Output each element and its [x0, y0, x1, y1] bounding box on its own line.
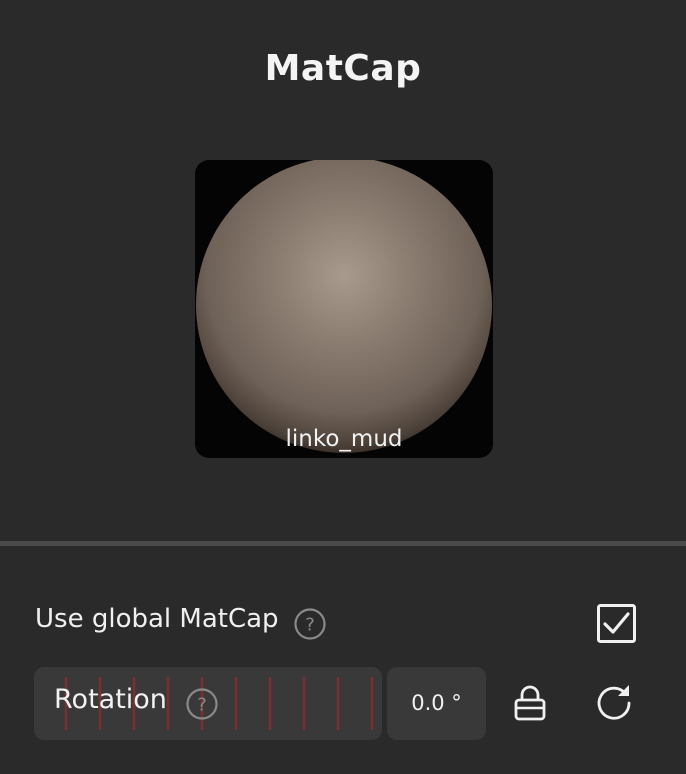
use-global-help-icon[interactable]: ?	[294, 608, 326, 640]
panel-title: MatCap	[264, 48, 422, 89]
matcap-preview[interactable]: linko_mud	[195, 160, 493, 458]
rotation-label: Rotation	[54, 684, 167, 715]
rotation-value-input[interactable]: 0.0 °	[387, 667, 486, 740]
section-divider	[0, 541, 686, 546]
use-global-matcap-checkbox[interactable]	[597, 604, 636, 643]
use-global-matcap-label: Use global MatCap	[35, 604, 279, 634]
reset-rotation-icon[interactable]	[594, 683, 634, 723]
rotation-help-icon[interactable]: ?	[186, 688, 218, 720]
svg-text:?: ?	[197, 695, 207, 716]
rotation-slider[interactable]: Rotation ?	[34, 667, 382, 740]
lock-icon[interactable]	[510, 682, 550, 722]
matcap-name: linko_mud	[285, 426, 403, 452]
matcap-sphere-image	[196, 160, 492, 453]
svg-text:?: ?	[305, 615, 315, 636]
